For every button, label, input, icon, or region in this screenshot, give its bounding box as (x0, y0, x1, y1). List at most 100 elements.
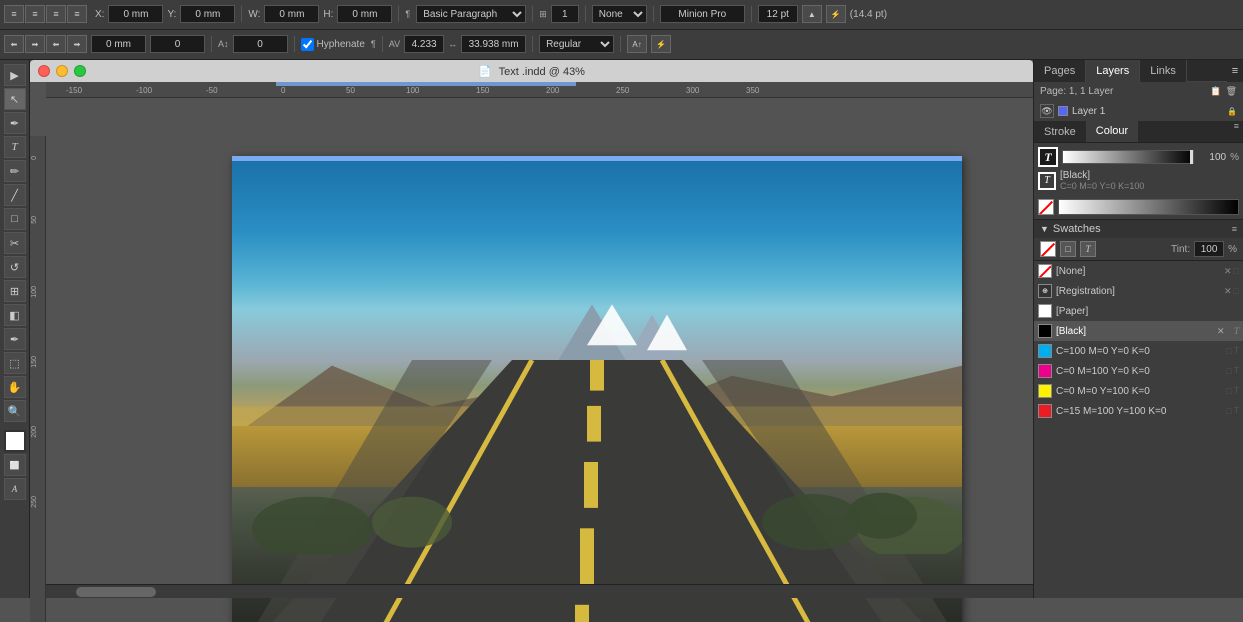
direct-select-btn[interactable]: ↖ (4, 88, 26, 110)
indent2-input[interactable] (150, 35, 205, 53)
font-style-dropdown[interactable]: Regular (539, 35, 614, 53)
swatch-registration[interactable]: ⊕ [Registration] ✕ □ (1034, 281, 1243, 301)
layer-item[interactable]: 👁 Layer 1 🔒 (1034, 101, 1243, 121)
swatch-t-btn[interactable]: T (1080, 241, 1096, 257)
tab-links[interactable]: Links (1140, 60, 1187, 82)
swatch-cyan[interactable]: C=100 M=0 Y=0 K=0 □ T (1034, 341, 1243, 361)
swatch-black[interactable]: [Black] ✕ □ T (1034, 321, 1243, 341)
superscript-btn[interactable]: ⚡ (826, 5, 846, 23)
no-color-icon[interactable] (1038, 199, 1054, 215)
swatches-header: ▼ Swatches ≡ (1034, 220, 1243, 238)
swatch-red[interactable]: C=15 M=100 Y=100 K=0 □ T (1034, 401, 1243, 421)
w-input[interactable]: 0 mm (264, 5, 319, 23)
fill-color-btn[interactable] (4, 430, 26, 452)
window-max-btn[interactable] (74, 65, 86, 77)
swatch-reg-sq: □ (1234, 286, 1239, 297)
lightning-btn[interactable]: ⚡ (651, 35, 671, 53)
stroke-color-btn[interactable]: ⬜ (4, 454, 26, 476)
page-info-text: Page: 1, 1 Layer (1040, 86, 1113, 97)
font-size-input[interactable] (758, 5, 798, 23)
none-dropdown[interactable]: None (592, 5, 647, 23)
tint-input[interactable]: 100 (1194, 241, 1224, 257)
align-left-btn[interactable]: ≡ (4, 5, 24, 23)
window-close-btn[interactable] (38, 65, 50, 77)
pilcrow-icon: ¶ (371, 39, 376, 49)
scrollbar-thumb[interactable] (76, 587, 156, 597)
paragraph-style-dropdown[interactable]: Basic Paragraph (416, 5, 526, 23)
colour-panel-options-btn[interactable]: ≡ (1230, 121, 1243, 142)
delete-layer-btn[interactable]: 🗑 (1226, 86, 1237, 97)
eyedropper-btn[interactable]: ✒ (4, 328, 26, 350)
ruler-v-label: 150 (31, 356, 38, 368)
type-tool-btn[interactable]: T (4, 136, 26, 158)
swatch-yellow-color (1038, 384, 1052, 398)
font-input[interactable]: Minion Pro (660, 5, 745, 23)
zoom-tool-btn[interactable]: 🔍 (4, 400, 26, 422)
tab-stroke[interactable]: Stroke (1034, 121, 1086, 142)
stroke-gradient-bar[interactable] (1058, 199, 1239, 215)
align-center-btn[interactable]: ≡ (25, 5, 45, 23)
tab-colour[interactable]: Colour (1086, 121, 1138, 142)
scissors-tool-btn[interactable]: ✂ (4, 232, 26, 254)
tab-layers[interactable]: Layers (1086, 60, 1140, 82)
pen-tool-btn[interactable]: ✒ (4, 112, 26, 134)
scale-tool-btn[interactable]: ⊞ (4, 280, 26, 302)
indent-btn2[interactable]: ➡ (25, 35, 45, 53)
leading2-input[interactable]: 33.938 mm (461, 35, 526, 53)
align-right-btn[interactable]: ≡ (46, 5, 66, 23)
tab-pages[interactable]: Pages (1034, 60, 1086, 82)
swatches-list: [None] ✕ □ ⊕ [Registration] ✕ □ [Paper] (1034, 261, 1243, 421)
colour-gradient-bar[interactable] (1062, 150, 1194, 164)
colour-stroke-t-icon[interactable]: T (1038, 172, 1056, 190)
tint-percent: % (1228, 244, 1237, 255)
x-input[interactable]: 0 mm (108, 5, 163, 23)
window-min-btn[interactable] (56, 65, 68, 77)
swatches-section: ▼ Swatches ≡ □ T Tint: 100 % [None] (1034, 219, 1243, 421)
swatches-collapse-arrow[interactable]: ▼ (1040, 224, 1049, 234)
swatches-options-btn[interactable]: ≡ (1232, 224, 1237, 234)
swatch-yellow[interactable]: C=0 M=0 Y=100 K=0 □ T (1034, 381, 1243, 401)
swatch-square-btn[interactable]: □ (1060, 241, 1076, 257)
layer-visibility-btn[interactable]: 👁 (1040, 104, 1054, 118)
scrollbar-horizontal[interactable] (46, 584, 1033, 598)
swatch-paper-color (1038, 304, 1052, 318)
swatch-none[interactable]: [None] ✕ □ (1034, 261, 1243, 281)
gradient-tool-btn[interactable]: ◧ (4, 304, 26, 326)
document-window: 📄 Text .indd @ 43% -150 -100 -50 0 50 10… (30, 60, 1033, 598)
colour-panel: T 100 % T [Black] C=0 M=0 Y=0 K=100 (1034, 143, 1243, 195)
indent1-input[interactable] (91, 35, 146, 53)
line-tool-btn[interactable]: ╱ (4, 184, 26, 206)
swatch-black-sq: □ (1227, 326, 1232, 337)
colour-slider[interactable] (1190, 150, 1193, 164)
toolbar-row2: ⬅ ➡ ⬅ ➡ A↕ Hyphenate ¶ AV 4.233 ↔ 33.938… (0, 30, 1243, 59)
hyphenate-checkbox[interactable] (301, 38, 314, 51)
swatch-paper[interactable]: [Paper] (1034, 301, 1243, 321)
indent-btn4[interactable]: ➡ (67, 35, 87, 53)
tracking-input[interactable]: 4.233 (404, 35, 444, 53)
measure-tool-btn[interactable]: ⬚ (4, 352, 26, 374)
page-info: Page: 1, 1 Layer 📋 🗑 (1034, 82, 1243, 101)
swatch-no-color-btn[interactable] (1040, 241, 1056, 257)
swatch-magenta[interactable]: C=0 M=100 Y=0 K=0 □ T (1034, 361, 1243, 381)
measure-icon: ↔ (448, 39, 457, 49)
canvas-area[interactable] (62, 136, 1049, 622)
swatch-yellow-sq: □ (1227, 386, 1232, 396)
frame-type-btn[interactable]: A (4, 478, 26, 500)
superscript2-btn[interactable]: A↑ (627, 35, 647, 53)
font-size-up-btn[interactable]: ▲ (802, 5, 822, 23)
leading-input[interactable] (233, 35, 288, 53)
h-input[interactable]: 0 mm (337, 5, 392, 23)
rotate-tool-btn[interactable]: ↺ (4, 256, 26, 278)
indent-btn1[interactable]: ⬅ (4, 35, 24, 53)
indent-btn3[interactable]: ⬅ (46, 35, 66, 53)
pencil-tool-btn[interactable]: ✏ (4, 160, 26, 182)
rect-tool-btn[interactable]: □ (4, 208, 26, 230)
columns-input[interactable] (551, 5, 579, 23)
new-layer-btn[interactable]: 📋 (1210, 86, 1221, 97)
align-justify-btn[interactable]: ≡ (67, 5, 87, 23)
selection-tool-btn[interactable]: ▶ (4, 64, 26, 86)
y-input[interactable]: 0 mm (180, 5, 235, 23)
colour-fill-icon[interactable]: T (1038, 147, 1058, 167)
panel-options-btn[interactable]: ≡ (1227, 60, 1243, 82)
hand-tool-btn[interactable]: ✋ (4, 376, 26, 398)
